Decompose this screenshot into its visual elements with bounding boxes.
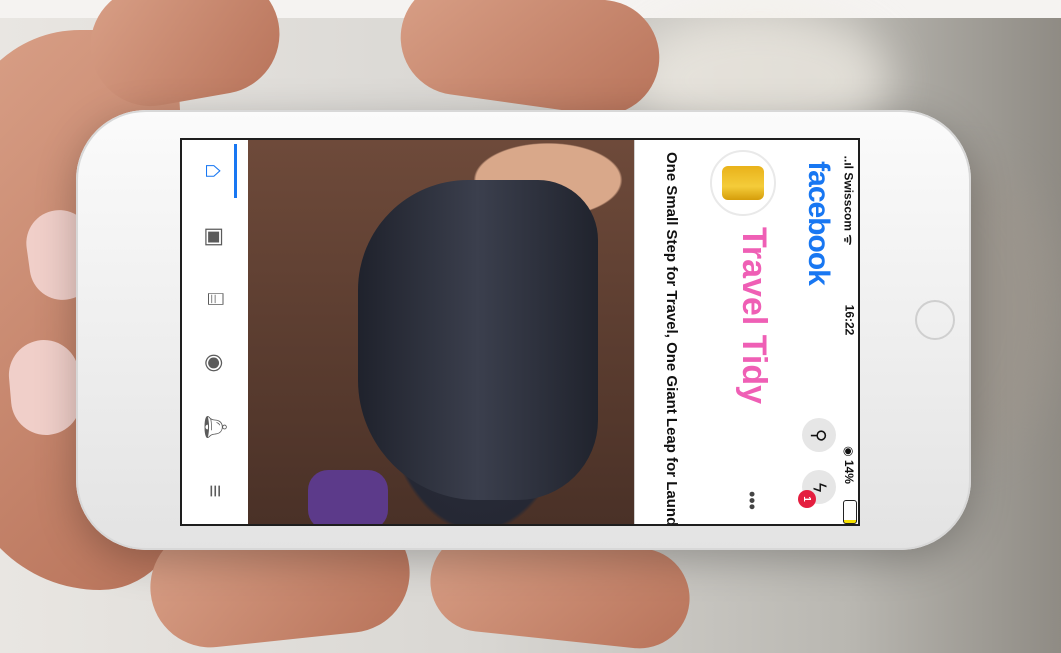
menu-icon[interactable]: ≡ <box>196 472 234 510</box>
carrier-signal: ..ıl Swisscom ᯤ <box>841 155 856 245</box>
page-name[interactable]: Travel Tidy <box>728 220 780 410</box>
phone-screen: ⌂ ▣ ⌸ ◉ 🔔︎ ≡ One Small Step for Travel, … <box>180 138 860 526</box>
active-tab-indicator <box>234 144 237 198</box>
facebook-logo[interactable]: facebook <box>798 148 838 298</box>
page-name-text: Travel Tidy <box>735 226 774 404</box>
messenger-badge: 1 <box>798 490 816 508</box>
post-caption: One Small Step for Travel, One Giant Lea… <box>634 140 707 524</box>
post-image[interactable] <box>248 140 634 524</box>
notifications-icon[interactable]: 🔔︎ <box>196 408 234 446</box>
page-avatar[interactable] <box>710 150 776 216</box>
page-identity: Travel Tidy <box>710 150 798 410</box>
home-button[interactable] <box>915 300 955 340</box>
battery-icon <box>843 500 857 524</box>
more-options-icon: ••• <box>741 490 762 510</box>
status-time: 16:22 <box>842 304 857 336</box>
caption-text: One Small Step for Travel, One Giant Lea… <box>663 152 680 526</box>
purple-garment <box>308 470 388 524</box>
messenger-button[interactable]: ϟ 1 <box>798 470 836 508</box>
app-header: ..ıl Swisscom ᯤ 16:22 ◉ 14% facebook ⚲ ϟ… <box>706 140 858 524</box>
marketplace-icon[interactable]: ⌸ <box>196 280 234 318</box>
more-options-button[interactable]: ••• <box>736 490 766 510</box>
brand-text: facebook <box>802 161 835 285</box>
home-icon[interactable]: ⌂ <box>196 152 234 190</box>
finger-top-right <box>393 0 667 123</box>
search-button[interactable]: ⚲ <box>802 418 836 452</box>
watch-icon[interactable]: ▣ <box>196 218 234 256</box>
bottom-navigation: ⌂ ▣ ⌸ ◉ 🔔︎ ≡ <box>182 140 249 524</box>
search-icon: ⚲ <box>809 428 830 442</box>
battery-level: ◉ 14% <box>842 446 857 484</box>
backpack-photo <box>358 180 598 500</box>
suitcase-icon <box>722 166 764 200</box>
groups-icon[interactable]: ◉ <box>196 344 234 382</box>
photo-scene: ⌂ ▣ ⌸ ◉ 🔔︎ ≡ One Small Step for Travel, … <box>0 0 1061 653</box>
status-bar: ..ıl Swisscom ᯤ 16:22 ◉ 14% <box>840 140 858 524</box>
